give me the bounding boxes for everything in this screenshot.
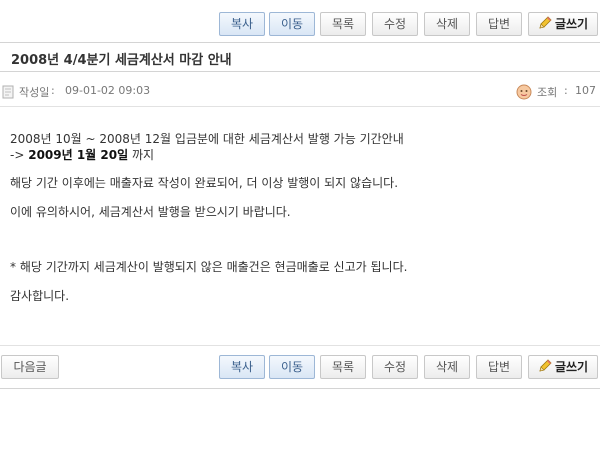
face-icon [516, 84, 532, 100]
document-icon [2, 85, 14, 99]
delete-button-bottom[interactable]: 삭제 [424, 355, 470, 379]
body-line-footnote: * 해당 기간까지 세금계산이 발행되지 않은 매출건은 현금매출로 신고가 됩… [10, 260, 408, 274]
bottom-toolbar: 다음글 복사 이동 목록 수정 삭제 답변 글쓰기 [0, 355, 600, 381]
write-button-label: 글쓰기 [554, 17, 589, 31]
delete-button[interactable]: 삭제 [424, 12, 470, 36]
next-post-button[interactable]: 다음글 [1, 355, 59, 379]
body-line-request: 이에 유의하시어, 세금계산서 발행을 받으시기 바랍니다. [10, 205, 291, 219]
list-button[interactable]: 목록 [320, 12, 366, 36]
move-button[interactable]: 이동 [269, 12, 315, 36]
views-separator: : [564, 84, 568, 97]
copy-button-bottom[interactable]: 복사 [219, 355, 265, 379]
write-button-bottom[interactable]: 글쓰기 [528, 355, 598, 379]
move-button-bottom[interactable]: 이동 [269, 355, 315, 379]
meta-divider [0, 106, 600, 107]
write-button-label: 글쓰기 [554, 360, 589, 374]
top-toolbar: 복사 이동 목록 수정 삭제 답변 글쓰기 [0, 12, 600, 38]
arrow-text: -> [10, 148, 25, 162]
content-divider [0, 345, 600, 346]
pencil-icon [539, 16, 552, 29]
pencil-icon [539, 359, 552, 372]
deadline-suffix: 까지 [131, 148, 155, 162]
bottom-divider [0, 388, 600, 389]
views-count: 107 [575, 84, 596, 97]
reply-button[interactable]: 답변 [476, 12, 522, 36]
deadline-date: 2009년 1월 20일 [28, 148, 129, 162]
date-separator: : [51, 84, 55, 97]
reply-button-bottom[interactable]: 답변 [476, 355, 522, 379]
list-button-bottom[interactable]: 목록 [320, 355, 366, 379]
post-meta: 작성일 : 09-01-02 09:03 조회 : 107 [0, 82, 600, 102]
body-line-deadline: -> 2009년 1월 20일 까지 [10, 146, 154, 163]
body-line-period: 2008년 10월 ~ 2008년 12월 입금분에 대한 세금계산서 발행 가… [10, 132, 404, 146]
views-label: 조회 [537, 86, 558, 99]
copy-button[interactable]: 복사 [219, 12, 265, 36]
body-line-thanks: 감사합니다. [10, 289, 70, 303]
edit-button[interactable]: 수정 [372, 12, 418, 36]
post-title-box: 2008년 4/4분기 세금계산서 마감 안내 [0, 42, 600, 72]
body-line-notice: 해당 기간 이후에는 매출자료 작성이 완료되어, 더 이상 발행이 되지 않습… [10, 176, 399, 190]
date-label: 작성일 [19, 86, 50, 99]
post-date: 09-01-02 09:03 [65, 84, 151, 97]
post-title: 2008년 4/4분기 세금계산서 마감 안내 [11, 53, 232, 68]
write-button[interactable]: 글쓰기 [528, 12, 598, 36]
edit-button-bottom[interactable]: 수정 [372, 355, 418, 379]
